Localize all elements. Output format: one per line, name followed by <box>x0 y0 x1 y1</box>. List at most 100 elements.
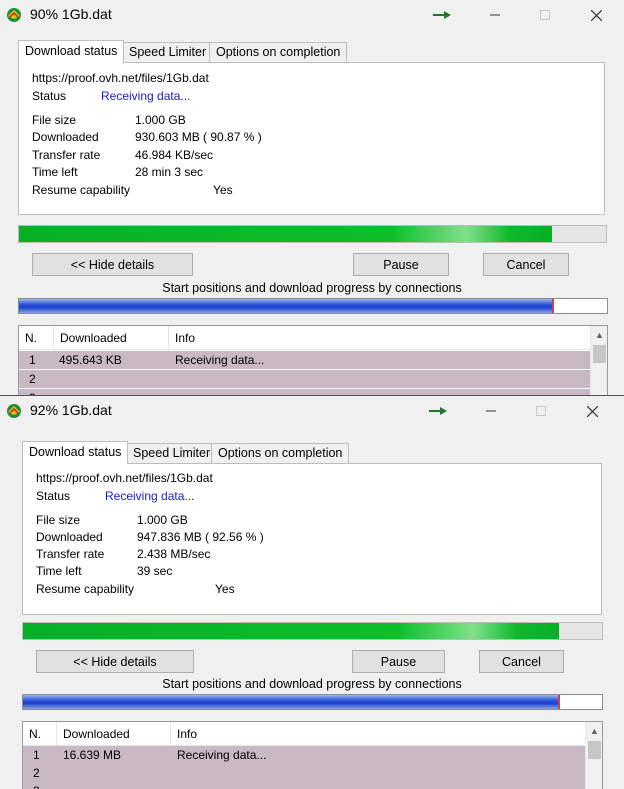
transfer-rate-label: Transfer rate <box>36 547 105 561</box>
connections-list-header: N. Downloaded Info <box>23 722 586 746</box>
connections-progress-bar <box>22 694 603 710</box>
minimize-button[interactable] <box>468 396 514 426</box>
tab-speed-limiter[interactable]: Speed Limiter <box>122 42 214 62</box>
downloaded-value: 930.603 MB ( 90.87 % ) <box>135 130 262 144</box>
connection-position-marker <box>552 299 555 313</box>
connections-caption: Start positions and download progress by… <box>162 677 462 691</box>
maximize-button[interactable] <box>522 0 568 30</box>
time-left-label: Time left <box>32 165 78 179</box>
time-left-value: 39 sec <box>137 564 173 578</box>
time-left-value: 28 min 3 sec <box>135 165 204 179</box>
connection-number: 1 <box>29 353 36 367</box>
connection-number: 1 <box>33 748 40 762</box>
connection-info: Receiving data... <box>175 353 265 367</box>
window-title: 90% 1Gb.dat <box>30 6 112 22</box>
hide-details-button[interactable]: << Hide details <box>32 253 193 276</box>
tab-download-status[interactable]: Download status <box>22 441 129 464</box>
close-icon <box>586 405 598 417</box>
connections-list[interactable]: N. Downloaded Info 1 16.639 MB Receiving… <box>22 721 603 789</box>
tab-speed-limiter[interactable]: Speed Limiter <box>126 443 218 463</box>
close-icon <box>590 9 602 21</box>
vertical-scrollbar[interactable]: ▲ <box>585 722 602 789</box>
close-button[interactable] <box>569 396 615 426</box>
cancel-button[interactable]: Cancel <box>483 253 569 276</box>
download-progress-fill <box>23 623 559 639</box>
transfer-rate-value: 2.438 MB/sec <box>137 547 211 561</box>
connection-row[interactable]: 1 16.639 MB Receiving data... <box>23 746 585 764</box>
tab-download-status[interactable]: Download status <box>18 40 125 63</box>
column-header-number[interactable]: N. <box>23 722 57 746</box>
resume-capability-label: Resume capability <box>32 183 131 197</box>
minimize-icon <box>490 14 500 16</box>
tab-strip: Download status Speed Limiter Options on… <box>22 441 352 464</box>
hide-details-button[interactable]: << Hide details <box>36 650 194 673</box>
connection-info: Receiving data... <box>177 748 267 762</box>
tab-options-on-completion[interactable]: Options on completion <box>209 42 348 62</box>
scroll-thumb[interactable] <box>588 741 601 759</box>
connection-row[interactable]: 1 495.643 KB Receiving data... <box>19 351 590 369</box>
pause-button[interactable]: Pause <box>353 253 449 276</box>
connections-progress-bar <box>18 298 608 314</box>
transfer-rate-value: 46.984 KB/sec <box>135 148 214 162</box>
scroll-thumb[interactable] <box>593 345 606 363</box>
file-size-value: 1.000 GB <box>135 113 186 127</box>
idm-app-icon <box>7 8 21 22</box>
maximize-icon <box>540 10 550 20</box>
transfer-rate-label: Transfer rate <box>32 148 101 162</box>
connection-downloaded: 16.639 MB <box>63 748 122 762</box>
connection-number: 3 <box>33 784 40 789</box>
time-left-label: Time left <box>36 564 82 578</box>
connections-list-header: N. Downloaded Info <box>19 326 591 350</box>
connections-caption: Start positions and download progress by… <box>162 281 462 295</box>
connection-downloaded: 495.643 KB <box>59 353 122 367</box>
connection-row[interactable]: 2 <box>19 370 590 388</box>
column-header-info[interactable]: Info <box>169 326 591 350</box>
downloaded-value: 947.836 MB ( 92.56 % ) <box>137 530 264 544</box>
tab-strip: Download status Speed Limiter Options on… <box>18 40 348 63</box>
file-size-value: 1.000 GB <box>137 513 188 527</box>
status-label: Status <box>32 89 67 103</box>
pause-button[interactable]: Pause <box>352 650 445 673</box>
title-bar[interactable]: 90% 1Gb.dat <box>0 0 624 30</box>
idm-app-icon <box>7 404 21 418</box>
download-progress-fill <box>19 226 553 242</box>
connection-progress-fill <box>19 299 554 313</box>
status-value: Receiving data... <box>105 489 195 503</box>
column-header-number[interactable]: N. <box>19 326 54 350</box>
connection-progress-fill <box>23 695 559 709</box>
maximize-button[interactable] <box>518 396 564 426</box>
column-header-info[interactable]: Info <box>171 722 586 746</box>
scroll-up-arrow-icon[interactable]: ▲ <box>586 722 602 739</box>
column-header-downloaded[interactable]: Downloaded <box>54 326 169 350</box>
connection-number: 2 <box>33 766 40 780</box>
cursor-arrow-icon <box>433 11 451 19</box>
download-url: https://proof.ovh.net/files/1Gb.dat <box>32 71 209 85</box>
maximize-icon <box>536 406 546 416</box>
download-progress-bar <box>18 225 607 243</box>
downloaded-label: Downloaded <box>32 130 99 144</box>
connection-position-marker <box>557 695 560 709</box>
connection-number: 2 <box>29 372 36 386</box>
download-progress-bar <box>22 622 603 640</box>
download-window-2: 92% 1Gb.dat Download status Speed Limite… <box>0 395 624 789</box>
file-size-label: File size <box>32 113 77 127</box>
connection-row[interactable]: 2 <box>23 764 585 782</box>
column-header-downloaded[interactable]: Downloaded <box>57 722 171 746</box>
window-title: 92% 1Gb.dat <box>30 402 112 418</box>
vertical-scrollbar[interactable]: ▲ <box>590 326 607 400</box>
close-button[interactable] <box>573 0 619 30</box>
cursor-arrow-icon <box>429 407 447 415</box>
download-url: https://proof.ovh.net/files/1Gb.dat <box>36 471 213 485</box>
resume-capability-value: Yes <box>213 183 233 197</box>
connections-list[interactable]: N. Downloaded Info 1 495.643 KB Receivin… <box>18 325 608 400</box>
status-value: Receiving data... <box>101 89 191 103</box>
title-bar[interactable]: 92% 1Gb.dat <box>0 396 624 426</box>
tab-options-on-completion[interactable]: Options on completion <box>211 443 350 463</box>
download-status-panel: https://proof.ovh.net/files/1Gb.dat Stat… <box>18 62 605 215</box>
minimize-button[interactable] <box>472 0 518 30</box>
scroll-up-arrow-icon[interactable]: ▲ <box>591 326 607 343</box>
cancel-button[interactable]: Cancel <box>479 650 564 673</box>
downloaded-label: Downloaded <box>36 530 103 544</box>
file-size-label: File size <box>36 513 81 527</box>
connection-row[interactable]: 3 <box>23 782 585 789</box>
